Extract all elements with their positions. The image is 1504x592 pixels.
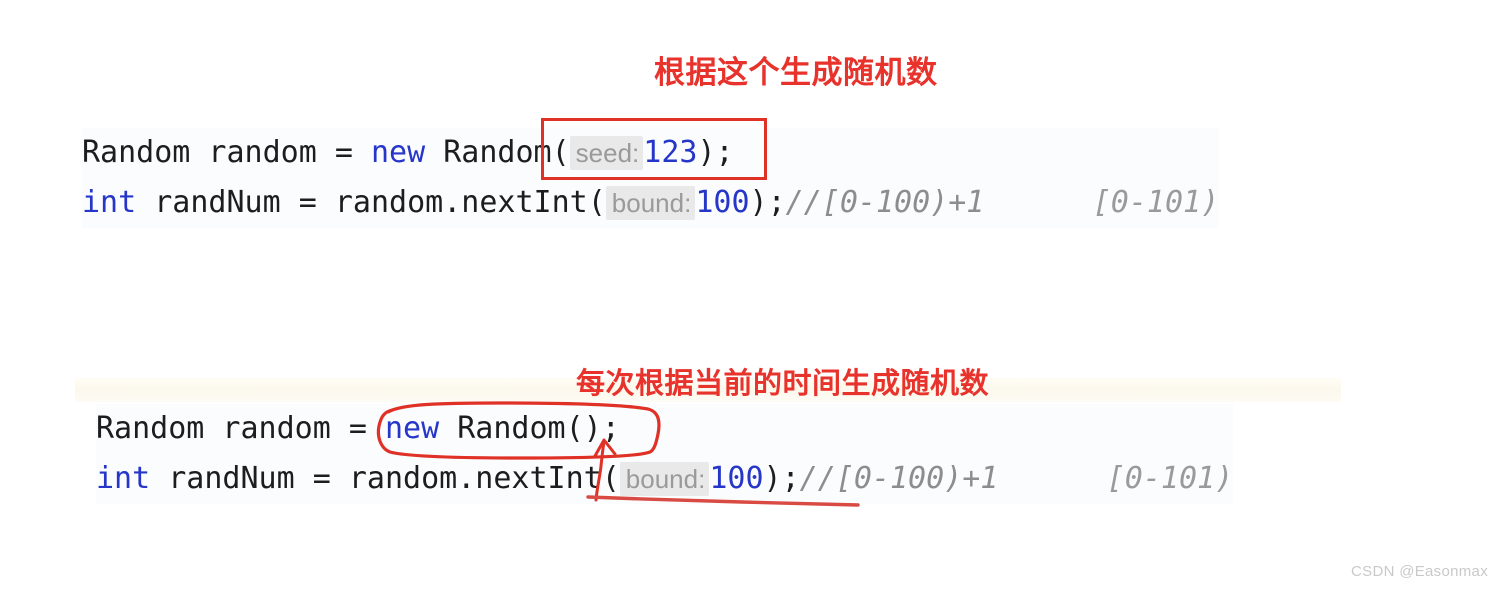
code-line: Random random = new Random();: [96, 404, 1234, 454]
code-token-plain: );: [763, 461, 800, 496]
code-token-keyword: int: [82, 185, 137, 220]
code-token-keyword: new: [370, 135, 426, 170]
code-block-time-random: Random random = new Random(); int randNum…: [96, 404, 1234, 504]
code-token-comment2: [0-101): [998, 461, 1234, 496]
code-token-comment: //[0-100)+1: [785, 185, 985, 220]
code-token-plain: Random();: [439, 411, 620, 446]
code-token-plain: );: [749, 185, 786, 220]
code-line: int randNum = random.nextInt(bound: 100);…: [96, 454, 1234, 504]
code-token-number: 100: [695, 185, 750, 220]
annotation-top-caption: 根据这个生成随机数: [654, 55, 938, 91]
code-token-comment2: [0-101): [984, 185, 1220, 220]
code-token-comment: //[0-100)+1: [799, 461, 999, 496]
csdn-watermark: CSDN @Easonmax: [1351, 563, 1488, 580]
annotation-bottom-caption: 每次根据当前的时间生成随机数: [576, 366, 990, 400]
page-canvas: 根据这个生成随机数 Random random = new Random(see…: [0, 0, 1504, 592]
code-token-keyword: new: [384, 411, 440, 446]
code-token-plain: randNum = random.nextInt(: [150, 461, 620, 496]
code-token-keyword: int: [96, 461, 151, 496]
code-token-hint: bound:: [605, 186, 696, 220]
code-token-hint: bound:: [619, 462, 710, 496]
code-token-plain: Random random =: [96, 411, 385, 446]
code-token-plain: Random random =: [82, 135, 371, 170]
code-token-plain: randNum = random.nextInt(: [136, 185, 606, 220]
seed-highlight-rectangle: [541, 118, 767, 180]
code-token-number: 100: [709, 461, 764, 496]
code-line: int randNum = random.nextInt(bound: 100);…: [82, 178, 1220, 228]
